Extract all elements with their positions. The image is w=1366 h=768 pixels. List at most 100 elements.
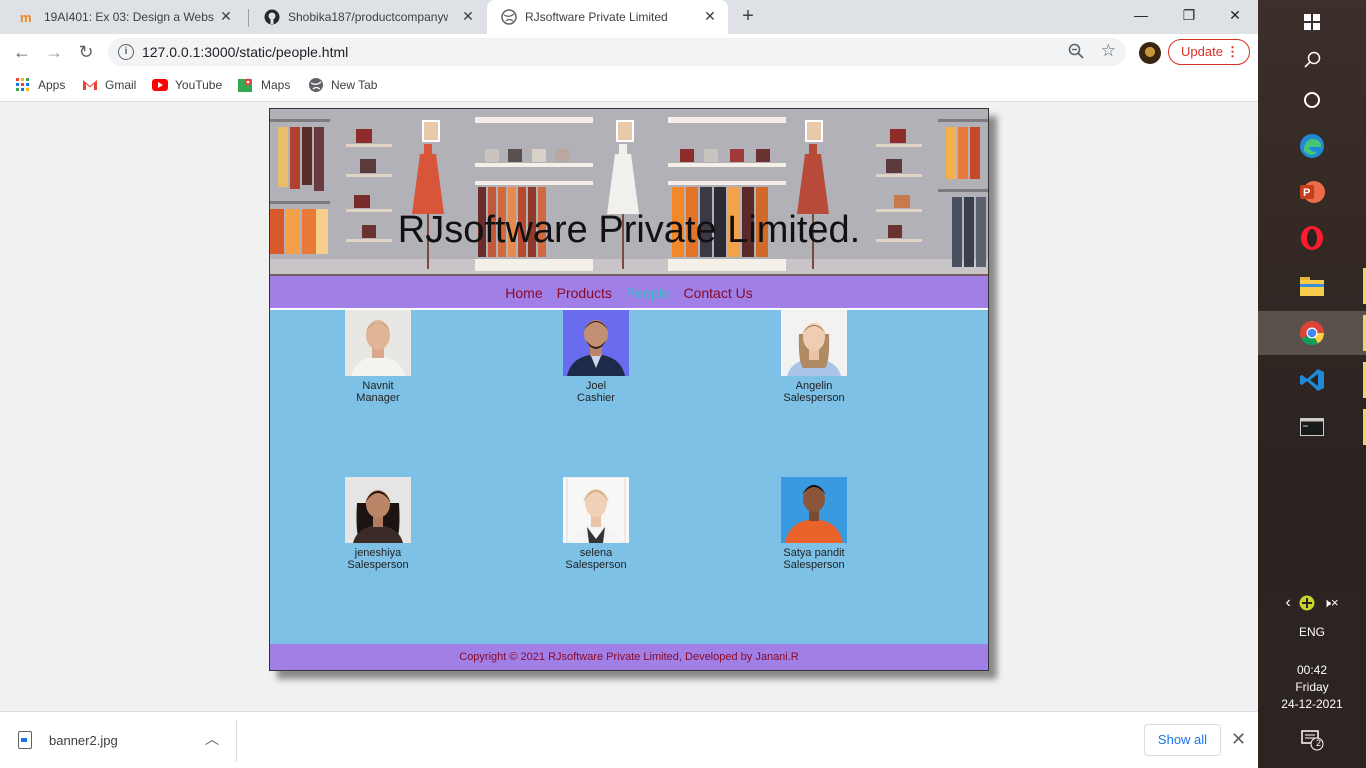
address-bar[interactable]: i 127.0.0.1:3000/static/people.html ☆ xyxy=(108,38,1126,66)
update-button[interactable]: Update ⋮ xyxy=(1168,39,1250,65)
edge-app[interactable] xyxy=(1258,124,1366,168)
chevron-left-icon[interactable]: ‹ xyxy=(1285,594,1290,612)
svg-text:m: m xyxy=(20,10,32,25)
powerpoint-app[interactable]: P xyxy=(1258,170,1366,214)
nav-home-link[interactable]: Home xyxy=(505,285,542,301)
maps-icon xyxy=(238,77,254,93)
profile-avatar[interactable] xyxy=(1139,42,1161,64)
minimize-button[interactable]: — xyxy=(1118,0,1164,30)
download-bar: banner2.jpg ︿ Show all ✕ xyxy=(0,711,1258,768)
menu-icon: ⋮ xyxy=(1226,44,1239,59)
download-filename: banner2.jpg xyxy=(49,732,118,748)
windows-icon xyxy=(1304,14,1320,30)
person-card: jeneshiya Salesperson xyxy=(308,477,448,571)
clock-day[interactable]: Friday xyxy=(1258,680,1366,694)
vpn-shield-icon[interactable] xyxy=(1299,595,1315,611)
url-text[interactable]: 127.0.0.1:3000/static/people.html xyxy=(142,44,348,60)
bookmark-gmail[interactable]: Gmail xyxy=(82,77,136,93)
show-all-button[interactable]: Show all xyxy=(1144,724,1221,756)
edge-icon xyxy=(1300,134,1324,158)
youtube-icon xyxy=(152,77,168,93)
tab-separator xyxy=(248,9,249,27)
svg-text:P: P xyxy=(1303,187,1310,199)
close-icon[interactable]: ✕ xyxy=(460,8,476,24)
person-role: Salesperson xyxy=(347,559,409,571)
person-role: Manager xyxy=(356,392,400,404)
notification-count: 2 xyxy=(1316,738,1322,748)
divider xyxy=(236,720,237,762)
person-photo xyxy=(563,477,629,543)
site-footer: Copyright © 2021 RJsoftware Private Limi… xyxy=(270,644,988,670)
folder-icon xyxy=(1300,277,1324,296)
bookmark-apps[interactable]: Apps xyxy=(15,77,65,93)
person-name: Angelin xyxy=(795,380,833,392)
moodle-icon: m xyxy=(20,9,36,25)
nav-people-link[interactable]: People xyxy=(626,285,670,301)
language-indicator[interactable]: ENG xyxy=(1258,625,1366,639)
download-item[interactable]: banner2.jpg xyxy=(18,731,118,749)
new-tab-button[interactable]: + xyxy=(738,6,758,26)
person-card: Angelin Salesperson xyxy=(744,310,884,404)
bookmark-youtube[interactable]: YouTube xyxy=(152,77,222,93)
opera-app[interactable] xyxy=(1258,216,1366,260)
terminal-icon xyxy=(1300,418,1324,436)
person-card: Satya pandit Salesperson xyxy=(744,477,884,571)
tab-title: Shobika187/productcompanywebsite xyxy=(288,10,448,24)
close-icon[interactable]: ✕ xyxy=(218,8,234,24)
notification-center[interactable]: 2 xyxy=(1258,729,1366,754)
close-window-button[interactable]: ✕ xyxy=(1212,0,1258,30)
nav-products-link[interactable]: Products xyxy=(557,285,612,301)
chevron-up-icon[interactable]: ︿ xyxy=(205,729,219,749)
github-icon xyxy=(264,9,280,25)
terminal-app[interactable] xyxy=(1258,405,1366,449)
back-button[interactable]: ← xyxy=(10,40,34,64)
reload-button[interactable]: ↻ xyxy=(74,40,98,64)
clock-time[interactable]: 00:42 xyxy=(1258,663,1366,677)
site-title: RJsoftware Private Limited. xyxy=(397,209,861,251)
zoom-icon[interactable] xyxy=(1068,43,1086,61)
person-photo xyxy=(345,477,411,543)
cortana-circle-icon xyxy=(1304,92,1320,108)
chrome-app[interactable] xyxy=(1258,311,1366,355)
gmail-icon xyxy=(82,77,98,93)
person-role: Salesperson xyxy=(783,392,845,404)
person-role: Cashier xyxy=(577,392,615,404)
clock-date[interactable]: 24-12-2021 xyxy=(1258,697,1366,711)
bookmark-label: New Tab xyxy=(331,78,378,92)
powerpoint-icon: P xyxy=(1300,181,1325,203)
windows-taskbar: P ‹ 🕨× ENG 00:42 Friday 24-12-2021 2 xyxy=(1258,0,1366,768)
info-icon[interactable]: i xyxy=(118,44,134,60)
tab-title: RJsoftware Private Limited xyxy=(525,10,668,24)
chrome-icon xyxy=(1300,321,1324,346)
image-file-icon xyxy=(18,731,32,749)
browser-window: m 19AI401: Ex 03: Design a Website ✕ Sho… xyxy=(0,0,1258,768)
opera-icon xyxy=(1301,226,1323,250)
forward-button[interactable]: → xyxy=(42,40,66,64)
system-tray: ‹ 🕨× xyxy=(1258,594,1366,612)
close-icon[interactable]: ✕ xyxy=(1231,729,1246,750)
bookmark-new-tab[interactable]: New Tab xyxy=(308,77,377,93)
bookmarks-bar: Apps Gmail YouTube Maps New Tab xyxy=(0,70,1258,102)
cortana-button[interactable] xyxy=(1258,78,1366,122)
globe-icon xyxy=(308,77,324,93)
vscode-app[interactable] xyxy=(1258,358,1366,402)
person-photo xyxy=(345,310,411,376)
search-button[interactable] xyxy=(1258,38,1366,82)
vscode-icon xyxy=(1300,369,1324,391)
bookmark-label: Gmail xyxy=(105,78,137,92)
nav-contact-link[interactable]: Contact Us xyxy=(683,285,752,301)
speaker-muted-icon[interactable]: 🕨× xyxy=(1323,595,1339,611)
tab-github[interactable]: Shobika187/productcompanywebsite ✕ xyxy=(250,0,486,34)
search-icon xyxy=(1304,51,1321,68)
person-name: Satya pandit xyxy=(783,547,845,559)
website-container: RJsoftware Private Limited. Home Products… xyxy=(269,108,989,671)
bookmark-star-icon[interactable]: ☆ xyxy=(1101,41,1116,61)
tab-rjsoftware[interactable]: RJsoftware Private Limited ✕ xyxy=(487,0,728,34)
bookmark-maps[interactable]: Maps xyxy=(238,77,290,93)
close-icon[interactable]: ✕ xyxy=(702,8,718,24)
tab-moodle[interactable]: m 19AI401: Ex 03: Design a Website ✕ xyxy=(6,0,244,34)
people-grid: Navnit Manager Joel Cashier Angelin Sale… xyxy=(270,310,988,644)
file-explorer-app[interactable] xyxy=(1258,264,1366,308)
restore-button[interactable]: ❐ xyxy=(1166,0,1212,30)
browser-toolbar: ← → ↻ i 127.0.0.1:3000/static/people.htm… xyxy=(0,34,1258,70)
